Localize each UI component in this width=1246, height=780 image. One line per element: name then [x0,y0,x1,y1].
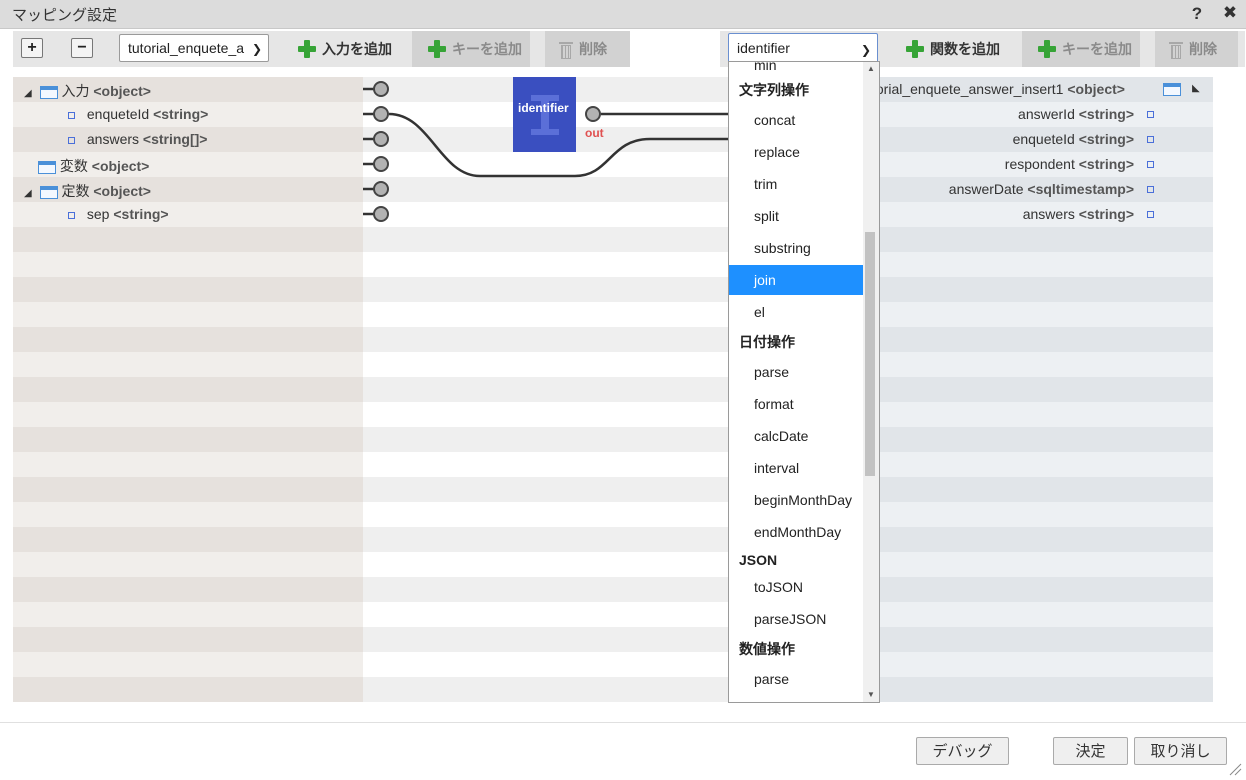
dropdown-item-parse-number[interactable]: parse [729,664,863,694]
output-node-root[interactable]: torial_enquete_answer_insert1 <object> [872,81,1125,97]
input-port[interactable] [373,131,389,147]
object-icon [1163,83,1181,96]
output-node-answerDate[interactable]: answerDate <sqltimestamp> [949,181,1134,197]
node-label: answerDate [948,181,1024,197]
output-node-answerId[interactable]: answerId <string> [1018,106,1134,122]
scroll-down-arrow-icon[interactable]: ▼ [867,690,875,699]
field-icon [1147,111,1154,118]
dropdown-scrollbar-thumb[interactable] [865,232,875,476]
node-label: answerId [1018,106,1075,122]
dropdown-group-json: JSON [739,552,778,568]
input-port[interactable] [373,81,389,97]
output-node-enqueteId[interactable]: enqueteId <string> [1013,131,1134,147]
dropdown-item-substring[interactable]: substring [729,233,863,263]
dropdown-group-date: 日付操作 [739,334,795,350]
dropdown-item-calcDate[interactable]: calcDate [729,421,863,451]
field-icon [1147,161,1154,168]
function-dropdown-list[interactable]: min 文字列操作 concat replace trim split subs… [728,61,880,703]
function-output-port[interactable] [585,106,601,122]
output-node-answers[interactable]: answers <string> [1023,206,1134,222]
field-icon [1147,186,1154,193]
node-label: answers [1022,206,1075,222]
resize-grip-icon[interactable] [1228,762,1242,776]
debug-button[interactable]: デバッグ [916,737,1009,765]
expand-triangle-icon[interactable]: ◢ [1192,83,1200,94]
input-port[interactable] [373,181,389,197]
input-port[interactable] [373,206,389,222]
node-type: <string> [1078,156,1134,172]
input-port[interactable] [373,106,389,122]
dropdown-item-join[interactable]: join [729,265,863,295]
field-icon [1147,136,1154,143]
dropdown-group-string: 文字列操作 [739,82,809,98]
input-port[interactable] [373,156,389,172]
node-label: respondent [1004,156,1075,172]
dropdown-item-replace[interactable]: replace [729,137,863,167]
ok-button[interactable]: 決定 [1053,737,1128,765]
node-type: <string> [1078,206,1134,222]
dropdown-item-parseJSON[interactable]: parseJSON [729,604,863,634]
node-type: <sqltimestamp> [1027,181,1134,197]
node-label: torial_enquete_answer_insert1 [872,81,1064,97]
dropdown-item-concat[interactable]: concat [729,105,863,135]
dropdown-group-number: 数値操作 [739,641,795,657]
scroll-up-arrow-icon[interactable]: ▲ [867,64,875,73]
function-node-identifier[interactable]: identifier [513,77,576,152]
out-port-label: out [585,126,604,140]
node-type: <string> [1078,131,1134,147]
node-type: <object> [1067,81,1125,97]
dropdown-item-interval[interactable]: interval [729,453,863,483]
dropdown-item-endMonthDay[interactable]: endMonthDay [729,517,863,547]
node-label: enqueteId [1012,131,1075,147]
node-type: <string> [1078,106,1134,122]
dropdown-item-split[interactable]: split [729,201,863,231]
dropdown-item-parse-date[interactable]: parse [729,357,863,387]
field-icon [1147,211,1154,218]
dropdown-item-beginMonthDay[interactable]: beginMonthDay [729,485,863,515]
footer-divider [0,722,1246,723]
cancel-button[interactable]: 取り消し [1134,737,1227,765]
dropdown-item-el[interactable]: el [729,297,863,327]
dropdown-item-trim[interactable]: trim [729,169,863,199]
dropdown-item-format[interactable]: format [729,389,863,419]
dropdown-item-toJSON[interactable]: toJSON [729,572,863,602]
function-node-label: identifier [518,101,569,115]
output-node-respondent[interactable]: respondent <string> [1005,156,1134,172]
